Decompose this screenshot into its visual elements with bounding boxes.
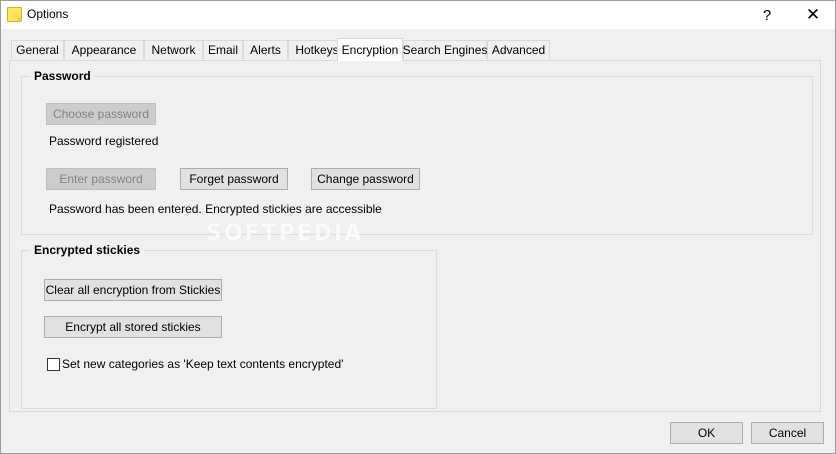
encryption-tab-panel: Password Choose password Password regist… — [9, 60, 821, 412]
options-dialog: Options ? ✕ General Appearance Network E… — [0, 0, 836, 454]
password-group: Password Choose password Password regist… — [21, 69, 813, 235]
choose-password-button[interactable]: Choose password — [46, 103, 156, 125]
help-button[interactable]: ? — [745, 1, 789, 29]
enter-password-button[interactable]: Enter password — [46, 168, 156, 190]
password-registered-text: Password registered — [49, 134, 159, 148]
encrypted-stickies-group-title: Encrypted stickies — [30, 243, 145, 257]
tab-appearance[interactable]: Appearance — [64, 40, 144, 59]
tab-search-engines[interactable]: Search Engines — [403, 40, 487, 59]
tab-email[interactable]: Email — [203, 40, 243, 59]
keep-encrypted-label: Set new categories as 'Keep text content… — [62, 357, 344, 371]
change-password-button[interactable]: Change password — [311, 168, 420, 190]
sticky-note-icon — [7, 7, 22, 22]
cancel-button[interactable]: Cancel — [751, 422, 824, 444]
encrypt-all-stickies-button[interactable]: Encrypt all stored stickies — [44, 316, 222, 338]
encrypted-stickies-group: Encrypted stickies Clear all encryption … — [21, 243, 437, 409]
tab-encryption[interactable]: Encryption — [337, 38, 403, 61]
password-status-text: Password has been entered. Encrypted sti… — [49, 202, 382, 216]
tab-advanced[interactable]: Advanced — [487, 40, 550, 59]
ok-button[interactable]: OK — [670, 422, 743, 444]
close-button[interactable]: ✕ — [791, 1, 835, 29]
tab-general[interactable]: General — [11, 40, 64, 59]
title-bar: Options ? ✕ — [1, 1, 835, 29]
window-title: Options — [27, 7, 69, 21]
password-group-title: Password — [30, 69, 95, 83]
tab-network[interactable]: Network — [144, 40, 203, 59]
keep-encrypted-checkbox[interactable] — [47, 358, 60, 371]
forget-password-button[interactable]: Forget password — [180, 168, 288, 190]
clear-all-encryption-button[interactable]: Clear all encryption from Stickies — [44, 279, 222, 301]
tab-alerts[interactable]: Alerts — [243, 40, 288, 59]
